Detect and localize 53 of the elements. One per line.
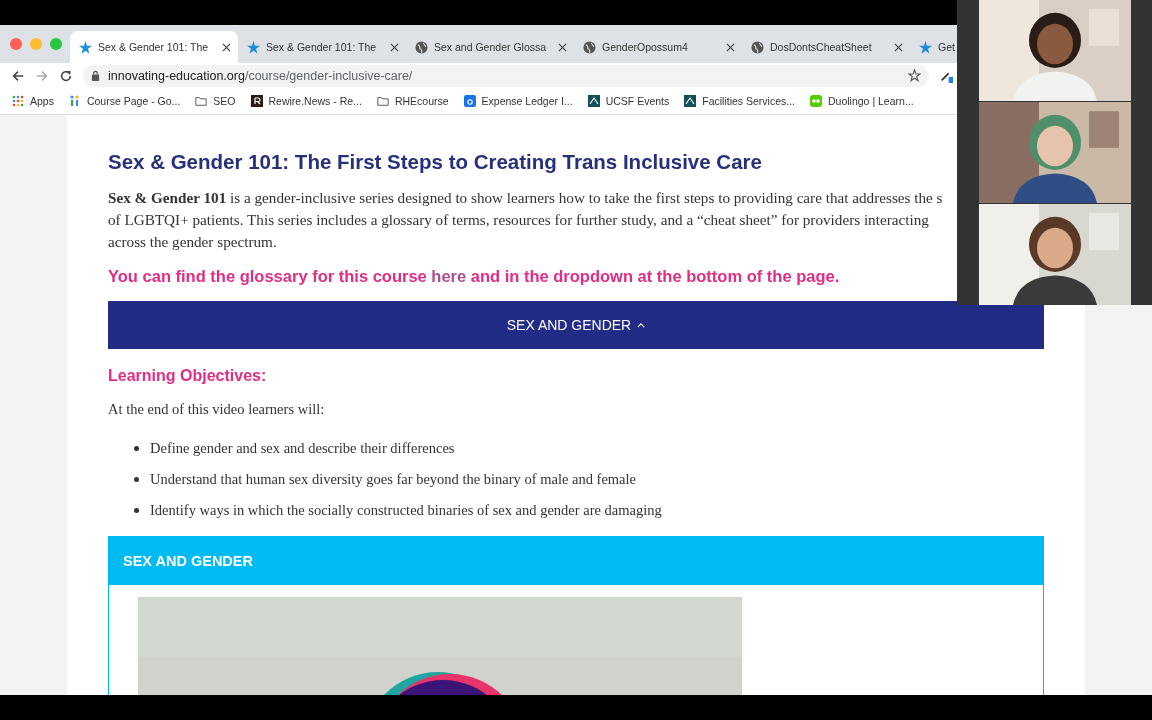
bookmark-item[interactable]: Duolingo | Learn... xyxy=(810,95,914,107)
bookmark-item[interactable]: Apps xyxy=(12,95,54,107)
apps-grid-icon xyxy=(12,95,24,107)
panel-title: SEX AND GENDER xyxy=(123,553,253,569)
objective-item: Define gender and sex and describe their differences xyxy=(150,440,455,457)
site-logo-icon xyxy=(250,95,263,107)
star-icon xyxy=(79,40,92,54)
star-icon xyxy=(247,40,260,54)
close-tab-icon[interactable] xyxy=(894,42,903,52)
bookmark-item[interactable]: SEO xyxy=(195,95,236,107)
bookmark-star-icon[interactable] xyxy=(908,69,921,82)
bookmark-item[interactable]: Course Page - Go... xyxy=(68,95,181,107)
star-icon xyxy=(919,40,932,54)
browser-tab[interactable]: Sex & Gender 101: The xyxy=(70,31,238,63)
folder-icon xyxy=(376,95,389,107)
site-logo-icon xyxy=(587,95,600,107)
bookmark-item[interactable]: RHEcourse xyxy=(376,95,449,107)
browser-tab[interactable]: GenderOpossum4 xyxy=(574,31,742,63)
glossary-link[interactable]: here xyxy=(431,267,467,285)
globe-icon xyxy=(751,40,764,54)
objectives-intro: At the end of this video learners will: xyxy=(108,400,326,419)
bookmark-item[interactable]: UCSF Events xyxy=(587,95,670,107)
bookmark-item[interactable]: Rewire.News - Re... xyxy=(250,95,362,107)
site-logo-icon xyxy=(684,95,697,107)
section-heading: Learning Objectives: xyxy=(108,366,268,386)
objective-item: Understand that human sex diversity goes far beyond the binary of male and female xyxy=(150,471,636,488)
bookmark-item[interactable]: Expense Ledger I... xyxy=(463,95,573,107)
close-tab-icon[interactable] xyxy=(222,42,231,52)
close-tab-icon[interactable] xyxy=(390,42,399,52)
close-tab-icon[interactable] xyxy=(726,42,735,52)
bullet-icon xyxy=(134,477,139,482)
dots-logo-icon xyxy=(68,95,81,107)
objective-item: Identify ways in which the socially constructed binaries of sex and gender are damaging xyxy=(150,502,662,519)
browser-tab[interactable]: DosDontsCheatSheet xyxy=(742,31,910,63)
bullet-icon xyxy=(134,446,139,451)
browser-tab[interactable]: Sex and Gender Glossa xyxy=(406,31,574,63)
back-arrow-icon[interactable] xyxy=(11,68,25,83)
owl-icon xyxy=(810,95,822,107)
browser-tab[interactable]: Sex & Gender 101: The xyxy=(238,31,406,63)
intro-paragraph: Sex & Gender 101 is a gender-inclusive series designed to show learners how to take the first steps to providing care that addresses the s of LGBTQI+ patients. This series includes a glossary of terms, resources for further study, and a “cheat sheet” for providers interacting across the gender spectrum. xyxy=(108,188,944,252)
browser-tab[interactable]: Get xyxy=(910,31,957,63)
lock-icon xyxy=(91,70,100,81)
globe-icon xyxy=(583,40,596,54)
bookmark-item[interactable]: Facilities Services... xyxy=(684,95,795,107)
accordion-header[interactable]: SEX AND GENDER xyxy=(108,301,1044,349)
globe-icon xyxy=(415,40,428,54)
page-heading: Sex & Gender 101: The First Steps to Creating Trans Inclusive Care xyxy=(108,149,763,175)
close-tab-icon[interactable] xyxy=(558,42,567,52)
bullet-icon xyxy=(134,508,139,513)
address-bar[interactable]: innovating-education.org/course/gender-inclusive-care/ xyxy=(83,64,929,87)
folder-icon xyxy=(195,95,208,107)
reload-icon[interactable] xyxy=(59,68,73,83)
app-logo-icon xyxy=(463,95,476,107)
